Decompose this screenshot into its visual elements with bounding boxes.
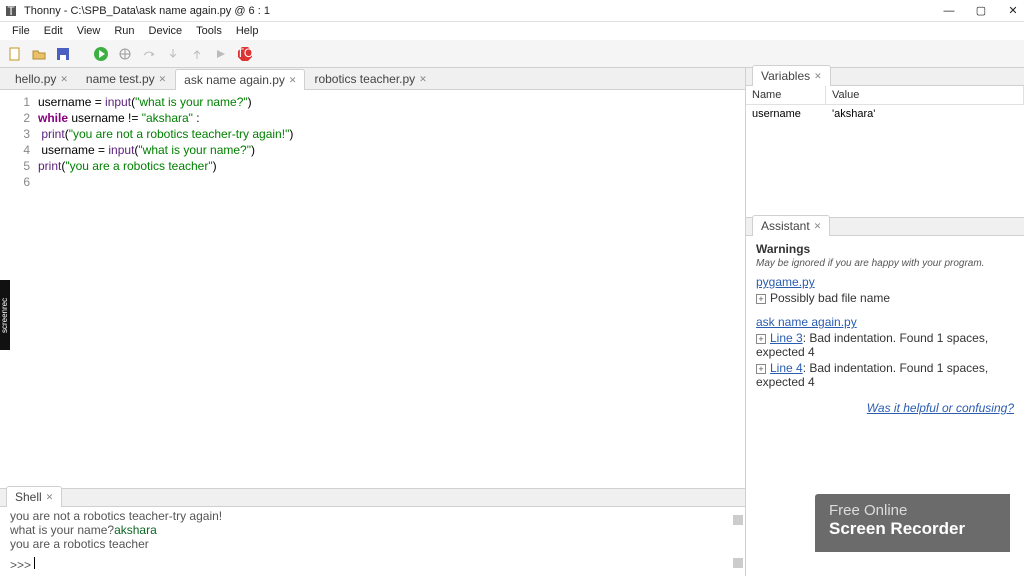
line-link[interactable]: Line 3 [770, 331, 803, 345]
step-over-icon[interactable] [140, 45, 158, 63]
editor-tabs: hello.py ✕ name test.py ✕ ask name again.p… [0, 68, 745, 90]
header-value: Value [826, 86, 1024, 104]
close-icon[interactable]: ✕ [419, 74, 427, 85]
variables-panel: Variables ✕ Name Value username 'akshara' [746, 68, 1024, 218]
overlay-line2: Screen Recorder [829, 519, 996, 539]
code-editor[interactable]: 1 2 3 4 5 6 username = input("what is yo… [0, 90, 745, 488]
tab-label: hello.py [15, 72, 56, 86]
close-icon[interactable]: ✕ [159, 74, 167, 85]
close-button[interactable]: ✕ [1006, 4, 1020, 18]
shell-prompt[interactable]: >>> [10, 557, 735, 572]
tab-hello[interactable]: hello.py ✕ [6, 68, 77, 89]
toolbar: STOP [0, 40, 1024, 68]
menu-device[interactable]: Device [143, 24, 189, 38]
menu-edit[interactable]: Edit [38, 24, 69, 38]
menu-bar: File Edit View Run Device Tools Help [0, 22, 1024, 40]
close-icon[interactable]: ✕ [46, 492, 54, 503]
scroll-down-icon[interactable] [733, 558, 743, 568]
shell-line: you are a robotics teacher [10, 537, 735, 551]
warning-item: +Possibly bad file name [756, 291, 1014, 305]
line-link[interactable]: Line 4 [770, 361, 803, 375]
run-icon[interactable] [92, 45, 110, 63]
warnings-subtitle: May be ignored if you are happy with you… [756, 258, 1014, 269]
shell-output[interactable]: you are not a robotics teacher-try again… [0, 507, 745, 576]
warning-item: +Line 4: Bad indentation. Found 1 spaces… [756, 361, 1014, 389]
panel-title-label: Variables [761, 69, 810, 83]
save-icon[interactable] [54, 45, 72, 63]
maximize-button[interactable]: ▢ [974, 4, 988, 18]
tab-label: name test.py [86, 72, 155, 86]
warnings-heading: Warnings [756, 242, 1014, 256]
stop-icon[interactable]: STOP [236, 45, 254, 63]
menu-view[interactable]: View [71, 24, 107, 38]
variable-row[interactable]: username 'akshara' [746, 105, 1024, 123]
variable-value: 'akshara' [826, 105, 1024, 123]
step-into-icon[interactable] [164, 45, 182, 63]
shell-line: you are not a robotics teacher-try again… [10, 509, 735, 523]
menu-run[interactable]: Run [108, 24, 140, 38]
close-icon[interactable]: ✕ [60, 74, 68, 85]
expand-icon[interactable]: + [756, 334, 766, 344]
shell-line: what is your name?akshara [10, 523, 735, 537]
feedback-link[interactable]: Was it helpful or confusing? [867, 401, 1014, 415]
title-bar: T Thonny - C:\SPB_Data\ask name again.py… [0, 0, 1024, 22]
menu-tools[interactable]: Tools [190, 24, 228, 38]
debug-icon[interactable] [116, 45, 134, 63]
step-out-icon[interactable] [188, 45, 206, 63]
tab-label: ask name again.py [184, 73, 285, 87]
file-link[interactable]: ask name again.py [756, 315, 857, 329]
tab-label: robotics teacher.py [314, 72, 415, 86]
header-name: Name [746, 86, 826, 104]
screenrec-sidebar: screenrec [0, 280, 10, 350]
expand-icon[interactable]: + [756, 364, 766, 374]
menu-file[interactable]: File [6, 24, 36, 38]
variables-header: Name Value [746, 86, 1024, 105]
file-link[interactable]: pygame.py [756, 275, 815, 289]
close-icon[interactable]: ✕ [814, 221, 822, 232]
expand-icon[interactable]: + [756, 294, 766, 304]
scroll-up-icon[interactable] [733, 515, 743, 525]
open-file-icon[interactable] [30, 45, 48, 63]
close-icon[interactable]: ✕ [289, 75, 297, 86]
tab-robotics-teacher[interactable]: robotics teacher.py ✕ [305, 68, 435, 89]
overlay-line1: Free Online [829, 502, 996, 519]
code-area[interactable]: username = input("what is your name?")wh… [38, 90, 745, 488]
app-icon: T [4, 4, 18, 18]
scrollbar[interactable] [733, 515, 743, 568]
window-title: Thonny - C:\SPB_Data\ask name again.py @… [24, 5, 942, 17]
menu-help[interactable]: Help [230, 24, 265, 38]
variable-name: username [746, 105, 826, 123]
svg-text:T: T [7, 4, 15, 18]
resume-icon[interactable] [212, 45, 230, 63]
recorder-overlay: Free Online Screen Recorder [815, 494, 1010, 552]
minimize-button[interactable]: — [942, 4, 956, 18]
shell-panel: Shell ✕ you are not a robotics teacher-tr… [0, 488, 745, 576]
variables-tab[interactable]: Variables ✕ [752, 65, 831, 86]
new-file-icon[interactable] [6, 45, 24, 63]
panel-title-label: Assistant [761, 219, 810, 233]
close-icon[interactable]: ✕ [814, 71, 822, 82]
assistant-tab[interactable]: Assistant ✕ [752, 215, 830, 236]
svg-text:STOP: STOP [237, 46, 253, 60]
tab-ask-name-again[interactable]: ask name again.py ✕ [175, 69, 305, 90]
tab-name-test[interactable]: name test.py ✕ [77, 68, 175, 89]
warning-item: +Line 3: Bad indentation. Found 1 spaces… [756, 331, 1014, 359]
shell-tab[interactable]: Shell ✕ [6, 486, 62, 507]
shell-tab-label: Shell [15, 490, 42, 504]
